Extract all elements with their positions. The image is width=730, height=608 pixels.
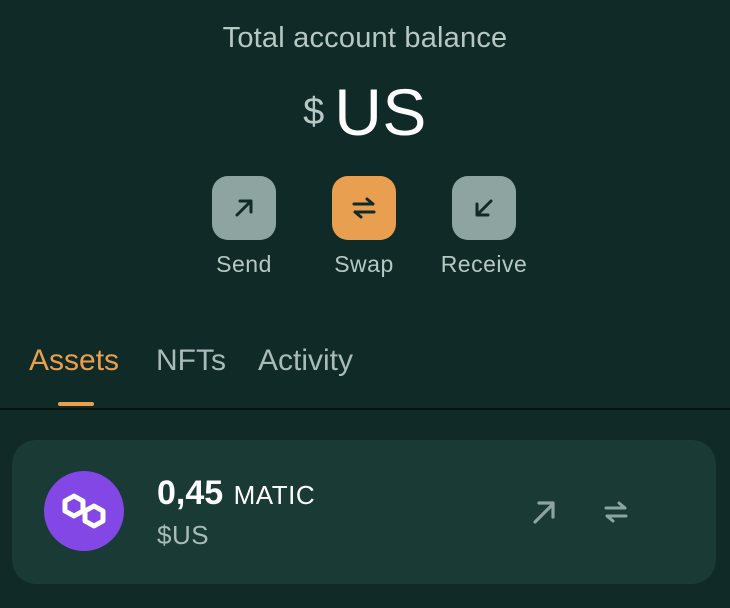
send-button[interactable] <box>212 176 276 240</box>
arrow-down-left-icon <box>475 199 493 217</box>
arrow-up-right-icon <box>235 199 253 217</box>
polygon-chain-icon <box>62 493 106 529</box>
balance-value: US <box>334 75 427 149</box>
receive-action[interactable]: Receive <box>424 176 544 278</box>
tab-nfts[interactable]: NFTs <box>156 344 226 378</box>
swap-button[interactable] <box>332 176 396 240</box>
send-action[interactable]: Send <box>184 176 304 278</box>
active-tab-indicator <box>58 402 94 406</box>
polygon-logo-icon <box>44 471 124 551</box>
tab-activity[interactable]: Activity <box>258 344 353 378</box>
currency-symbol: $ <box>303 91 325 133</box>
tab-assets[interactable]: Assets <box>29 344 119 378</box>
send-label: Send <box>216 251 272 277</box>
asset-amount: 0,45 <box>157 474 224 512</box>
balance-label: Total account balance <box>222 22 508 54</box>
receive-button[interactable] <box>452 176 516 240</box>
swap-icon <box>604 501 628 523</box>
receive-label: Receive <box>440 251 528 277</box>
asset-send-button[interactable] <box>526 494 562 530</box>
asset-symbol: MATIC <box>233 480 316 510</box>
total-balance: $ US <box>0 74 730 150</box>
tab-bar: Assets NFTs Activity <box>0 344 730 410</box>
swap-arrows-icon <box>352 197 376 219</box>
asset-fiat-value: $US <box>157 520 210 550</box>
send-icon <box>533 501 555 524</box>
asset-balance: 0,45 MATIC <box>157 474 315 513</box>
asset-swap-button[interactable] <box>598 494 634 530</box>
swap-label: Swap <box>334 251 394 277</box>
swap-action[interactable]: Swap <box>304 176 424 278</box>
asset-row[interactable]: 0,45 MATIC $US <box>12 440 716 584</box>
